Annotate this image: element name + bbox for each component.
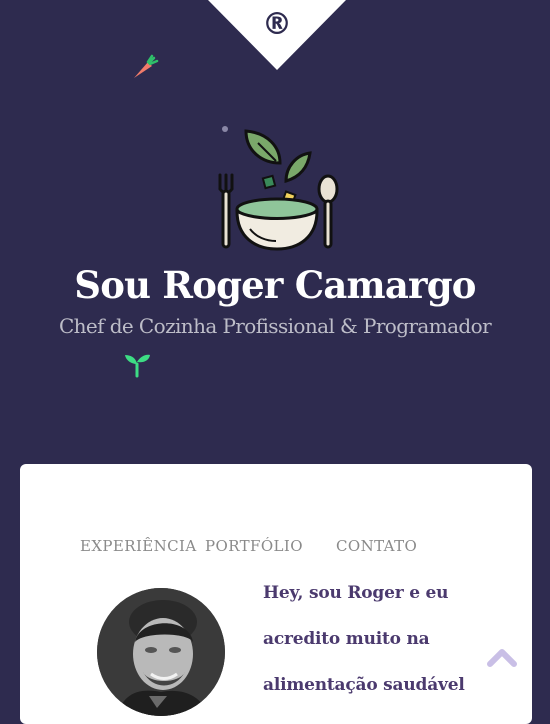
salad-bowl-icon	[218, 129, 339, 251]
intro-text-line-1: Hey, sou Roger e eu	[263, 583, 449, 603]
nav-contato-link[interactable]: CONTATO	[336, 536, 417, 556]
profile-photo-icon	[97, 588, 225, 716]
nav-portfolio-link[interactable]: PORTFÓLIO	[205, 536, 303, 556]
chevron-up-icon[interactable]	[486, 644, 518, 668]
nav-experiencia-link[interactable]: EXPERIÊNCIA	[80, 536, 197, 556]
intro-text-line-3: alimentação saudável	[263, 675, 465, 695]
main-nav: EXPERIÊNCIA PORTFÓLIO CONTATO	[0, 536, 550, 558]
carrot-icon	[134, 54, 159, 78]
sprout-icon	[125, 354, 150, 378]
hero-subtitle: Chef de Cozinha Profissional & Programad…	[58, 314, 492, 338]
intro-text-line-2: acredito muito na	[263, 629, 430, 649]
profile-avatar	[97, 588, 225, 716]
hero-title: Sou Roger Camargo	[74, 263, 476, 307]
registered-mark-icon[interactable]: ®	[262, 10, 292, 40]
